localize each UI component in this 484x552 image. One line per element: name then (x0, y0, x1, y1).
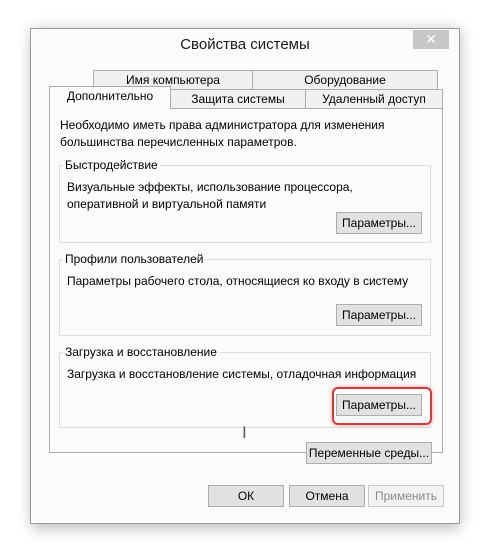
tab-system-protection[interactable]: Защита системы (170, 89, 306, 109)
apply-button[interactable]: Применить (368, 485, 444, 507)
title-bar[interactable]: Свойства системы ✕ (31, 29, 459, 59)
performance-title: Быстродействие (63, 158, 160, 172)
performance-settings-button[interactable]: Параметры... (336, 212, 422, 234)
tab-hardware[interactable]: Оборудование (252, 70, 438, 90)
text-cursor-icon: Ⅰ (242, 425, 247, 442)
ok-button[interactable]: ОК (208, 485, 284, 507)
profiles-text: Параметры рабочего стола, относящиеся ко… (67, 274, 409, 288)
profiles-settings-button[interactable]: Параметры... (336, 304, 422, 326)
startup-settings-button[interactable]: Параметры... (336, 394, 422, 416)
window-title: Свойства системы (180, 36, 310, 53)
close-button[interactable]: ✕ (413, 30, 449, 49)
close-icon: ✕ (425, 31, 437, 47)
cancel-button[interactable]: Отмена (289, 485, 365, 507)
performance-text: Визуальные эффекты, использование процес… (67, 180, 353, 211)
startup-text: Загрузка и восстановление системы, отлад… (67, 367, 417, 381)
system-properties-dialog: Свойства системы ✕ Имя компьютера Оборуд… (30, 28, 460, 524)
environment-variables-button[interactable]: Переменные среды... (306, 442, 432, 464)
startup-recovery-group: Загрузка и восстановление Загрузка и вос… (59, 345, 432, 428)
profiles-title: Профили пользователей (63, 252, 206, 266)
advanced-tab-panel: Необходимо иметь права администратора дл… (49, 108, 443, 464)
admin-note: Необходимо иметь права администратора дл… (60, 118, 385, 149)
performance-group: Быстродействие Визуальные эффекты, испол… (59, 158, 431, 243)
tab-advanced[interactable]: Дополнительно (49, 86, 171, 109)
user-profiles-group: Профили пользователей Параметры рабочего… (59, 252, 431, 336)
startup-title: Загрузка и восстановление (63, 345, 219, 359)
tab-remote[interactable]: Удаленный доступ (305, 89, 443, 109)
